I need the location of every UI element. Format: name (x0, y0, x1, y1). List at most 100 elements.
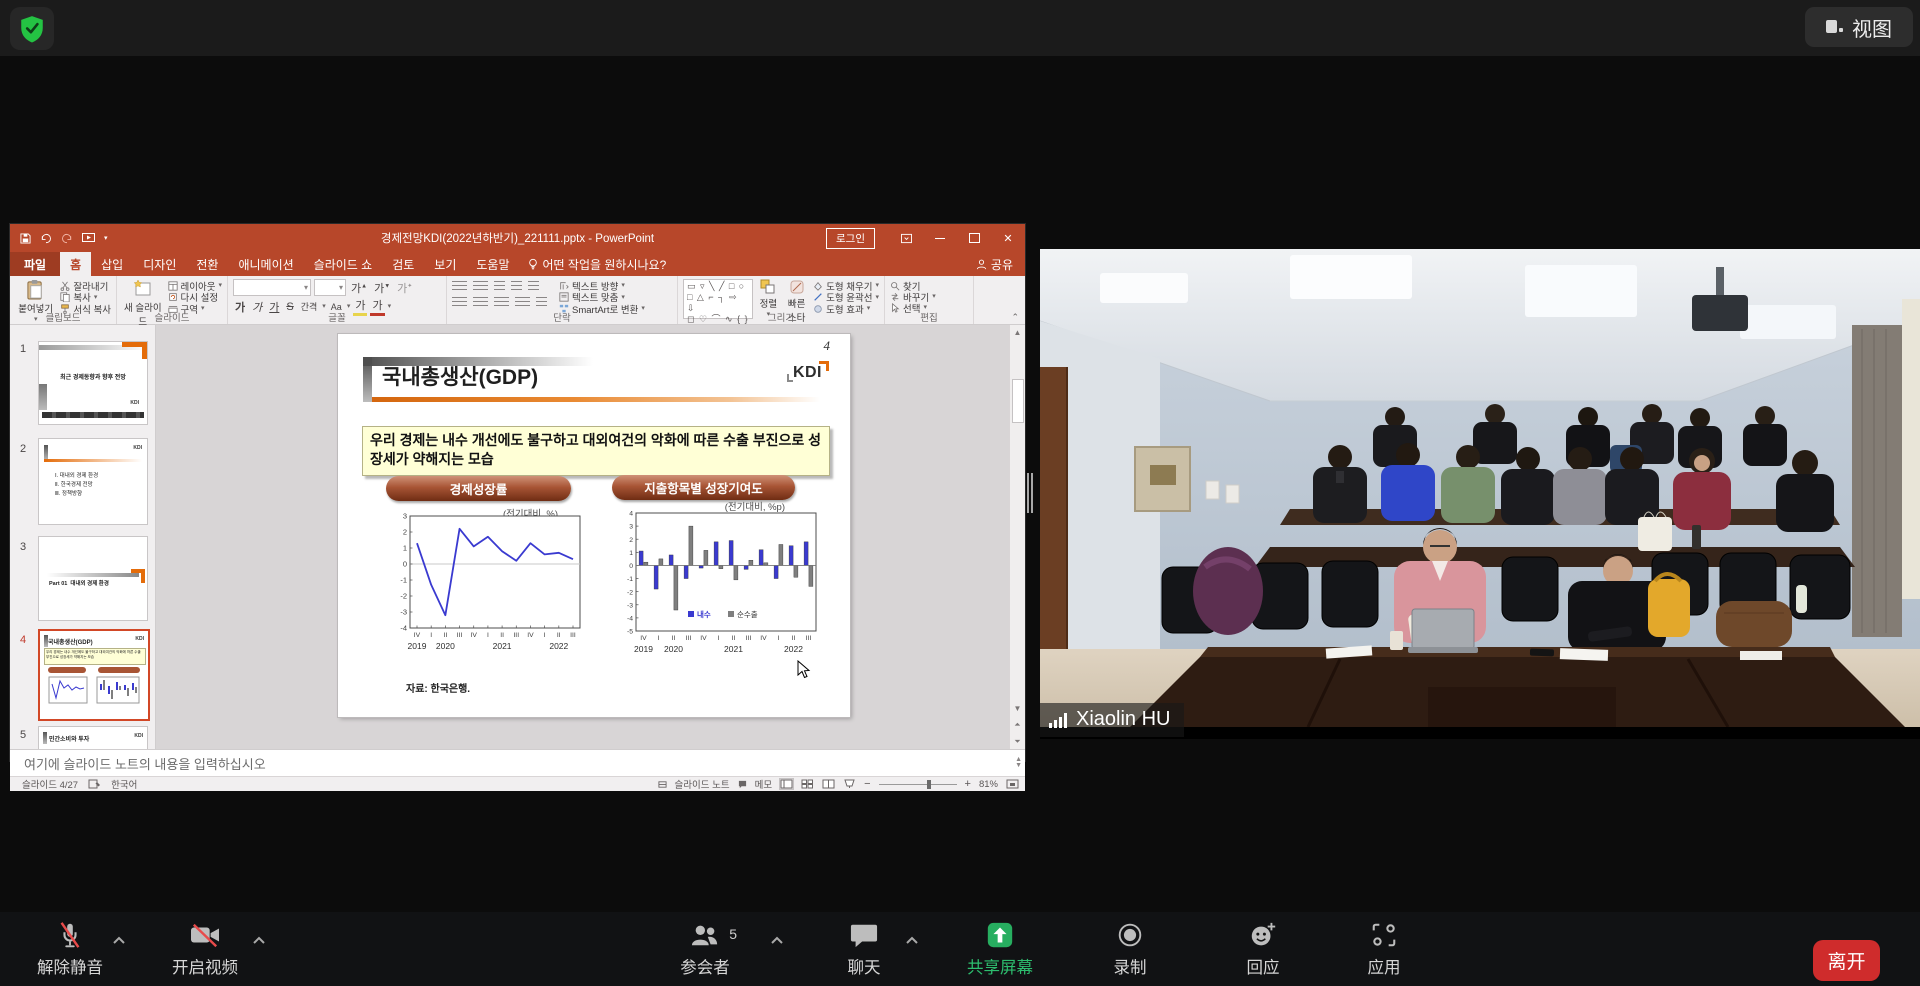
slide-thumbnail-4-selected[interactable]: 국내총생산(GDP) KDI 우리 경제는 내수 개선에도 불구하고 대외여건의… (38, 629, 150, 721)
menu-tab-7[interactable]: 슬라이드 쇼 (304, 252, 383, 276)
zoom-in-icon[interactable]: + (965, 778, 971, 790)
notes-toggle[interactable]: 슬라이드 노트 (675, 777, 730, 791)
zoom-out-icon[interactable]: − (864, 778, 870, 790)
undo-icon[interactable] (40, 233, 52, 244)
scroll-down-icon[interactable]: ▼ (1010, 701, 1025, 715)
previous-slide-icon[interactable]: ⏶ (1010, 718, 1025, 732)
powerpoint-window: ▾ 경제전망KDI(2022년하반기)_221111.pptx - PowerP… (10, 224, 1025, 761)
start-video-chevron-up-icon[interactable] (252, 932, 266, 950)
record-label: 录制 (1114, 954, 1147, 978)
scroll-up-icon[interactable]: ▲ (1010, 325, 1025, 339)
columns-icon[interactable] (536, 297, 547, 308)
video-tile[interactable]: Xiaolin HU (1040, 249, 1920, 739)
reactions-button[interactable]: 回应 (1213, 918, 1313, 978)
login-button[interactable]: 로그인 (826, 228, 875, 249)
menu-tab-3[interactable]: 삽입 (91, 252, 133, 276)
right-chart-header[interactable]: 지출항목별 성장기여도 (612, 475, 795, 500)
ribbon-display-options-icon[interactable] (889, 224, 923, 252)
powerpoint-titlebar: ▾ 경제전망KDI(2022년하반기)_221111.pptx - PowerP… (10, 224, 1025, 252)
menu-tab-9[interactable]: 보기 (424, 252, 466, 276)
participants-chevron-up-icon[interactable] (770, 932, 784, 950)
font-size-select[interactable]: ▾ (314, 279, 346, 296)
proofing-icon[interactable] (88, 779, 101, 789)
notes-scroll-icons[interactable]: ▲▼ (1015, 757, 1022, 769)
kdi-logo: KDI (793, 364, 822, 382)
start-video-button[interactable]: 开启视频 (155, 918, 255, 978)
qat-customize-icon[interactable]: ▾ (104, 234, 108, 242)
replace-button[interactable]: 바꾸기▾ (890, 291, 968, 302)
slide-thumbnail-1[interactable]: 최근 경제동향과 향후 전망 KDI (38, 341, 148, 425)
decrease-indent-icon[interactable] (494, 281, 505, 292)
menu-tab-5[interactable]: 전환 (186, 252, 228, 276)
notes-pane[interactable]: 여기에 슬라이드 노트의 내용을 입력하십시오 ▲▼ (10, 749, 1025, 776)
slide-thumbnail-5[interactable]: 민간소비와 투자 KDI (38, 726, 148, 749)
menu-tab-6[interactable]: 애니메이션 (228, 252, 303, 276)
security-shield-button[interactable] (10, 7, 54, 50)
key-message-box[interactable]: 우리 경제는 내수 개선에도 불구하고 대외여건의 악화에 따른 수출 부진으로… (362, 426, 830, 476)
contribution-bar-chart[interactable]: 43210-1-2-3-4-5IVIIIIIIIVIIIIIIIVIIIIII2… (620, 505, 820, 673)
unmute-button[interactable]: 解除静音 (20, 918, 120, 978)
bullets-icon[interactable] (452, 281, 467, 292)
slide-canvas[interactable]: 4 국내총생산(GDP) KDI 우리 경제는 내수 개선에도 불구하고 대외여… (338, 334, 850, 717)
zoom-slider[interactable] (879, 784, 957, 785)
language-indicator[interactable]: 한국어 (111, 777, 137, 791)
collapse-ribbon-icon[interactable]: ⌃ (1011, 312, 1019, 323)
unmute-chevron-up-icon[interactable] (112, 932, 126, 950)
numbering-icon[interactable] (473, 281, 488, 292)
redo-icon[interactable] (61, 233, 73, 244)
left-chart-header[interactable]: 경제성장률 (386, 476, 571, 501)
scrollbar-thumb[interactable] (1012, 379, 1024, 423)
slide-sorter-icon[interactable] (801, 779, 814, 789)
leave-button[interactable]: 离开 (1813, 940, 1880, 981)
start-slideshow-icon[interactable] (82, 233, 95, 244)
menu-tab-2[interactable]: 홈 (60, 252, 91, 276)
justify-icon[interactable] (515, 297, 530, 308)
record-button[interactable]: 录制 (1080, 918, 1180, 978)
share-button[interactable]: 공유 (976, 256, 1013, 273)
svg-text:I: I (430, 632, 432, 639)
replace-icon (890, 292, 900, 302)
save-icon[interactable] (20, 233, 31, 244)
grow-font-icon[interactable]: 가▲ (349, 280, 369, 296)
svg-text:2: 2 (629, 537, 633, 544)
shrink-font-icon[interactable]: 가▼ (372, 280, 392, 296)
close-button[interactable]: ✕ (991, 224, 1025, 252)
align-center-icon[interactable] (473, 297, 488, 308)
apps-button[interactable]: 应用 (1334, 918, 1434, 978)
minimize-button[interactable] (923, 224, 957, 252)
next-slide-icon[interactable]: ⏷ (1010, 735, 1025, 749)
tell-me-box[interactable]: 어떤 작업을 원하시나요? (528, 256, 667, 273)
slideshow-view-icon[interactable] (843, 779, 856, 789)
svg-text:2019: 2019 (408, 641, 427, 651)
fit-to-window-icon[interactable] (1006, 779, 1019, 789)
reading-view-icon[interactable] (822, 779, 835, 789)
comments-toggle[interactable]: 메모 (755, 777, 772, 791)
participant-name: Xiaolin HU (1076, 708, 1170, 731)
menu-tab-4[interactable]: 디자인 (133, 252, 186, 276)
slide-title[interactable]: 국내총생산(GDP) (382, 361, 538, 391)
participants-button[interactable]: 参会者5 (655, 918, 755, 978)
gdp-growth-line-chart[interactable]: 3210-1-2-3-4IVIIIIIIIVIIIIIIIVIIIIII2019… (390, 510, 585, 662)
menu-tab-1[interactable]: 파일 (10, 252, 60, 276)
restore-button[interactable] (957, 224, 991, 252)
panel-resize-handle[interactable] (1027, 473, 1035, 513)
chat-chevron-up-icon[interactable] (905, 932, 919, 950)
menu-tab-8[interactable]: 검토 (382, 252, 424, 276)
slide-thumbnail-2[interactable]: KDI Ⅰ. 대내외 경제 환경 Ⅱ. 한국경제 전망 Ⅲ. 정책방향 (38, 438, 148, 525)
align-right-icon[interactable] (494, 297, 509, 308)
chat-button[interactable]: 聊天 (814, 918, 914, 978)
align-left-icon[interactable] (452, 297, 467, 308)
svg-text:III: III (570, 632, 576, 639)
share-button[interactable]: 共享屏幕 (950, 918, 1050, 978)
zoom-percentage[interactable]: 81% (979, 779, 998, 790)
view-button[interactable]: 视图 (1805, 7, 1913, 47)
menu-tab-10[interactable]: 도움말 (466, 252, 519, 276)
svg-text:-4: -4 (627, 615, 633, 622)
vertical-scrollbar[interactable]: ▲ ▼ ⏶ ⏷ (1009, 325, 1025, 749)
slide-thumbnail-3[interactable]: Part 01 대내외 경제 환경 (38, 536, 148, 621)
line-spacing-icon[interactable] (528, 281, 539, 292)
clear-formatting-icon[interactable]: 가✦ (395, 280, 414, 296)
normal-view-icon[interactable] (780, 779, 793, 789)
font-name-select[interactable]: ▾ (233, 279, 311, 296)
increase-indent-icon[interactable] (511, 281, 522, 292)
